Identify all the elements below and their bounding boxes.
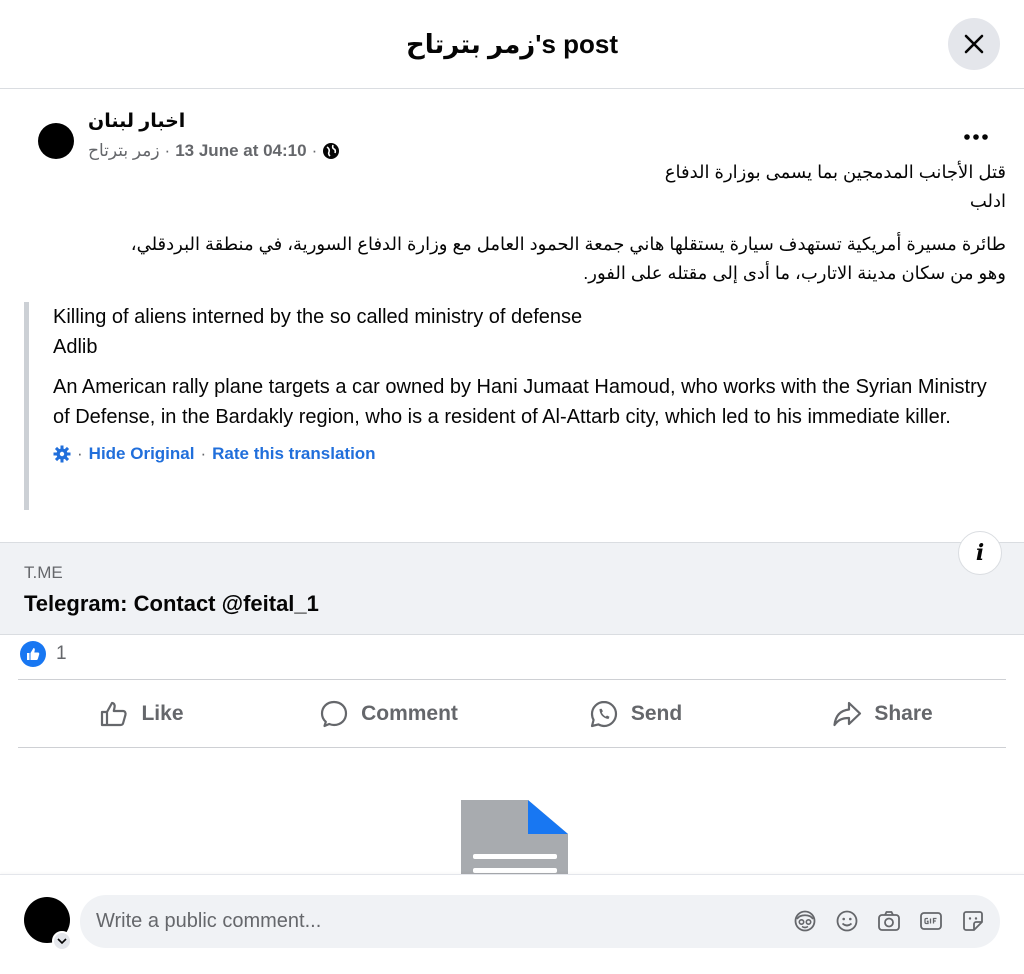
post-text-original-paragraph: طائرة مسيرة أمريكية تستهدف سيارة يستقلها…	[16, 230, 1006, 288]
link-domain: T.ME	[24, 563, 63, 582]
page-name[interactable]: اخبار لبنان	[88, 110, 185, 133]
translation-separator: ·	[77, 444, 83, 463]
like-button[interactable]: Like	[18, 680, 265, 747]
more-options-icon	[964, 134, 988, 140]
post-line: قتل الأجانب المدمجين بما يسمى بوزارة الد…	[664, 162, 1006, 182]
camera-button[interactable]	[876, 908, 902, 934]
comment-input[interactable]	[96, 895, 776, 948]
link-title[interactable]: Telegram: Contact @feital_1	[24, 591, 319, 617]
rate-translation-link[interactable]: Rate this translation	[212, 444, 375, 464]
post-line: طائرة مسيرة أمريكية تستهدف سيارة يستقلها…	[130, 234, 1006, 254]
translation-line: Killing of aliens interned by the so cal…	[53, 306, 583, 328]
comment-composer	[0, 874, 1024, 974]
dialog-header: زمر بترتاح's post	[0, 0, 1024, 89]
avatar-sticker-icon	[794, 910, 816, 932]
link-preview-card[interactable]: T.ME Telegram: Contact @feital_1 i	[0, 531, 1024, 635]
hide-original-link[interactable]: Hide Original	[89, 444, 195, 464]
reactions-summary[interactable]: 1	[20, 640, 67, 668]
info-button[interactable]: i	[958, 531, 1002, 575]
camera-icon	[878, 911, 900, 931]
share-label: Share	[874, 701, 933, 725]
sticker-button[interactable]	[960, 908, 986, 934]
close-button[interactable]	[948, 18, 1000, 70]
gear-icon[interactable]	[53, 445, 71, 463]
more-options-button[interactable]	[956, 117, 996, 157]
like-label: Like	[141, 701, 184, 725]
translation-separator: ·	[200, 444, 207, 463]
post-line: وهو من سكان مدينة الاتارب، ما أدى إلى مق…	[583, 263, 1006, 283]
gif-icon	[920, 912, 942, 930]
chevron-down-icon	[57, 938, 67, 945]
translation-paragraph: An American rally plane targets a car ow…	[53, 376, 987, 428]
close-icon	[964, 34, 984, 54]
avatar-sticker-button[interactable]	[792, 908, 818, 934]
dialog-title: زمر بترتاح's post	[405, 28, 619, 59]
translation-actions: · Hide Original · Rate this translation	[53, 444, 1004, 464]
avatar-chevron[interactable]	[52, 931, 72, 951]
translation-line: Adlib	[53, 336, 98, 358]
gif-button[interactable]	[918, 908, 944, 934]
comment-label: Comment	[361, 701, 458, 725]
comment-tools	[792, 908, 986, 934]
comment-button[interactable]: Comment	[265, 680, 512, 747]
page-avatar[interactable]	[38, 123, 74, 159]
send-button[interactable]: Send	[512, 680, 759, 747]
sticker-icon	[963, 911, 983, 931]
share-button[interactable]: Share	[759, 680, 1006, 747]
share-icon	[833, 701, 862, 726]
post-text-original: قتل الأجانب المدمجين بما يسمى بوزارة الد…	[16, 158, 1006, 216]
post-actions-bar: Like Comment Send Share	[18, 679, 1006, 748]
whatsapp-icon	[590, 700, 617, 727]
comment-icon	[320, 700, 348, 727]
emoji-button[interactable]	[834, 908, 860, 934]
send-label: Send	[630, 701, 683, 725]
thumbs-up-icon	[101, 701, 128, 726]
comment-box	[80, 895, 1000, 948]
info-icon: i	[975, 540, 985, 566]
emoji-icon	[836, 910, 858, 932]
empty-comments-illustration	[461, 800, 568, 875]
post-line: ادلب	[969, 191, 1006, 211]
post-header: اخبار لبنان زمر بترتاح · 13 June at 04:1…	[18, 105, 1008, 165]
reaction-count: 1	[56, 643, 67, 664]
like-reaction-icon	[20, 641, 46, 667]
translation-block: Killing of aliens interned by the so cal…	[24, 302, 1004, 510]
